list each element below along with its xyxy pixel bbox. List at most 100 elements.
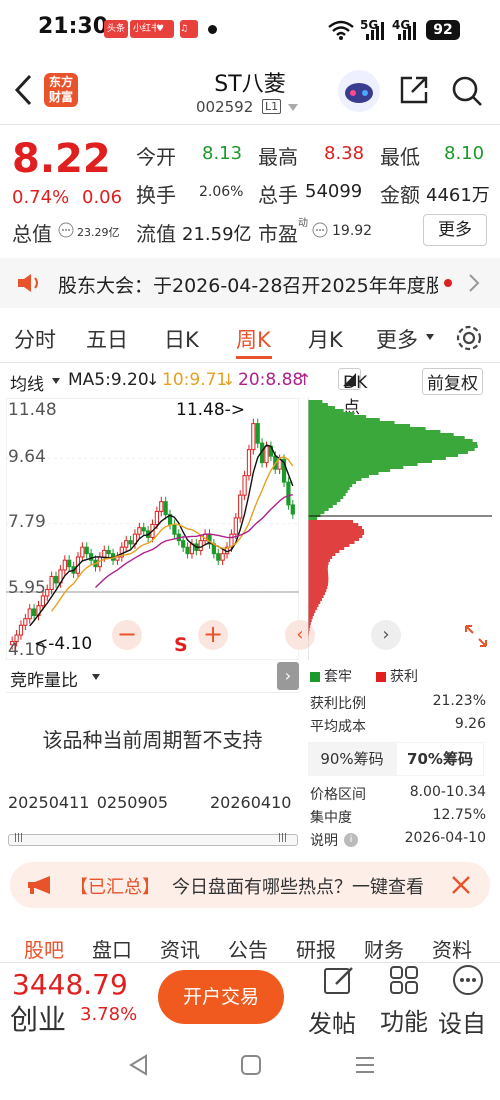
tab-intraday[interactable]: 分时 (14, 324, 56, 354)
index-value[interactable]: 3448.79 (12, 968, 128, 1001)
notification-dot (208, 25, 217, 34)
chevron-down-icon[interactable] (288, 104, 298, 111)
ma10-down-arrow-icon: ↓ (222, 370, 236, 389)
status-bar: 21:30 头条 小红书 ♥ ♫ 5G 4G 92 (0, 0, 500, 60)
high-label: 最高 (258, 145, 298, 169)
edit-icon[interactable] (322, 964, 356, 998)
info-icon[interactable]: i (344, 833, 358, 847)
more-button[interactable]: 更多 (423, 214, 487, 246)
chart-controls: 均线 MA5:9.20 ↓ 10:9.71 ↓ 20:8.88 ↑ DK点 ◢ … (0, 366, 500, 418)
tab-monthly-k[interactable]: 月K (308, 324, 343, 354)
promo-tag: 【已汇总】 (70, 877, 160, 898)
concentration-value: 12.75% (432, 807, 486, 823)
tab-weekly-k[interactable]: 周K (236, 324, 271, 354)
music-icon: ♫ (180, 20, 198, 38)
chevron-down-icon[interactable] (426, 334, 434, 340)
dk-point-button[interactable]: DK点 ◢ (338, 368, 367, 418)
ma5-down-arrow-icon: ↓ (146, 370, 160, 389)
signal-icon (366, 22, 384, 40)
amount-label: 金额 (380, 183, 420, 207)
price-range-label: 价格区间 (310, 787, 366, 803)
megaphone-icon (28, 876, 50, 894)
y-tick-label: 5.95 (8, 578, 46, 598)
grid-icon[interactable] (388, 964, 420, 996)
tab-more[interactable]: 更多 (376, 324, 418, 354)
indicator-selector[interactable]: 竞昨量比 (10, 666, 78, 691)
fullscreen-icon[interactable] (464, 624, 488, 648)
expand-panel-button[interactable]: › (277, 662, 299, 690)
range-thumb[interactable] (8, 834, 298, 846)
tab-news[interactable]: 资讯 (160, 934, 200, 963)
open-value: 8.13 (202, 143, 243, 164)
k-line-chart[interactable] (6, 398, 299, 660)
share-icon[interactable] (398, 74, 430, 106)
announcement-banner[interactable]: 股东大会：于2026-04-28召开2025年年度股东大会 (0, 258, 500, 308)
tab-research[interactable]: 研报 (296, 934, 336, 963)
period-tabs: 分时 五日 日K 周K 月K 更多 (0, 318, 500, 362)
wifi-icon (328, 20, 354, 40)
nav-menu-icon[interactable] (354, 1054, 376, 1076)
tab-financials[interactable]: 财务 (364, 934, 404, 963)
tab-profile[interactable]: 资料 (432, 934, 472, 963)
functions-button[interactable]: 功能 (380, 1002, 428, 1037)
tab-chip-70[interactable]: 70%筹码 (396, 742, 484, 776)
trapped-legend: 套牢 (324, 669, 352, 685)
range-handle-left[interactable]: ||| (14, 833, 23, 843)
trade-button[interactable]: 开户交易 (158, 970, 284, 1024)
promo-banner[interactable]: 【已汇总】 今日盘面有哪些热点？一键查看 (10, 862, 490, 908)
close-icon[interactable] (450, 874, 472, 896)
open-label: 今开 (136, 145, 176, 169)
pe-superscript: 动 (298, 218, 308, 229)
tab-five-day[interactable]: 五日 (86, 324, 128, 354)
max-price-marker: 11.48-> (176, 400, 246, 420)
date-label-start: 20250411 (8, 793, 90, 812)
more-info-icon[interactable] (312, 222, 328, 238)
nav-back-icon[interactable] (128, 1054, 150, 1076)
signal-icon-2 (398, 22, 416, 40)
search-icon[interactable] (450, 74, 484, 108)
scroll-right-button[interactable]: › (371, 620, 401, 650)
bottom-toolbar: 3448.79 创业 3.78% 开户交易 发帖 功能 设自 (0, 962, 500, 1038)
pe-label: 市盈 (258, 222, 298, 246)
tab-announcements[interactable]: 公告 (228, 934, 268, 963)
change-percent: 0.74% (12, 187, 70, 208)
tab-daily-k[interactable]: 日K (164, 324, 199, 354)
range-handle-right[interactable]: ||| (278, 833, 287, 843)
divider (6, 692, 299, 693)
range-scrollbar[interactable]: ||| ||| (8, 833, 298, 846)
adjust-mode-button[interactable]: 前复权 (422, 368, 483, 395)
chip-distribution-chart (308, 398, 492, 660)
date-label-end: 20260410 (210, 793, 292, 812)
indicator-panel: 竞昨量比 该品种当前周期暂不支持 (6, 662, 299, 786)
tab-orderbook[interactable]: 盘口 (92, 934, 132, 963)
float-label: 流值 (136, 222, 176, 246)
ma-selector[interactable]: 均线 (10, 370, 44, 395)
profit-ratio-value: 21.23% (432, 693, 486, 709)
chip-info-panel: 套牢 获利 获利比例 21.23% 平均成本 9.26 90%筹码 70%筹码 … (308, 666, 492, 856)
change-amount: 0.06 (82, 187, 123, 208)
turnover-label: 换手 (136, 183, 176, 207)
profit-ratio-label: 获利比例 (310, 696, 366, 712)
level-badge[interactable]: L1 (262, 99, 282, 114)
tab-forum[interactable]: 股吧 (24, 934, 64, 963)
y-tick-label: 7.79 (8, 512, 46, 532)
gear-icon[interactable] (455, 324, 483, 352)
nav-home-icon[interactable] (240, 1054, 262, 1076)
index-name[interactable]: 创业 (10, 998, 66, 1038)
mcap-value: 23.29亿 (77, 226, 120, 239)
ma5-value: MA5:9.20 (68, 370, 149, 390)
y-tick-label: 11.48 (8, 400, 57, 420)
chevron-down-icon[interactable] (92, 674, 100, 680)
announcement-text: 股东大会：于2026-04-28召开2025年年度股东大会 (58, 275, 438, 297)
ai-assistant-icon[interactable] (338, 70, 380, 112)
zoom-in-button[interactable]: + (198, 620, 228, 650)
chip-date-value: 2026-04-10 (404, 830, 486, 846)
zoom-out-button[interactable]: − (112, 620, 142, 650)
active-tab-indicator (236, 356, 272, 359)
profit-legend: 获利 (390, 669, 418, 685)
chevron-down-icon[interactable] (52, 378, 60, 384)
divider (0, 962, 500, 963)
more-info-icon[interactable] (58, 222, 74, 238)
more-dots-icon[interactable] (452, 964, 484, 996)
tab-chip-90[interactable]: 90%筹码 (308, 742, 396, 776)
